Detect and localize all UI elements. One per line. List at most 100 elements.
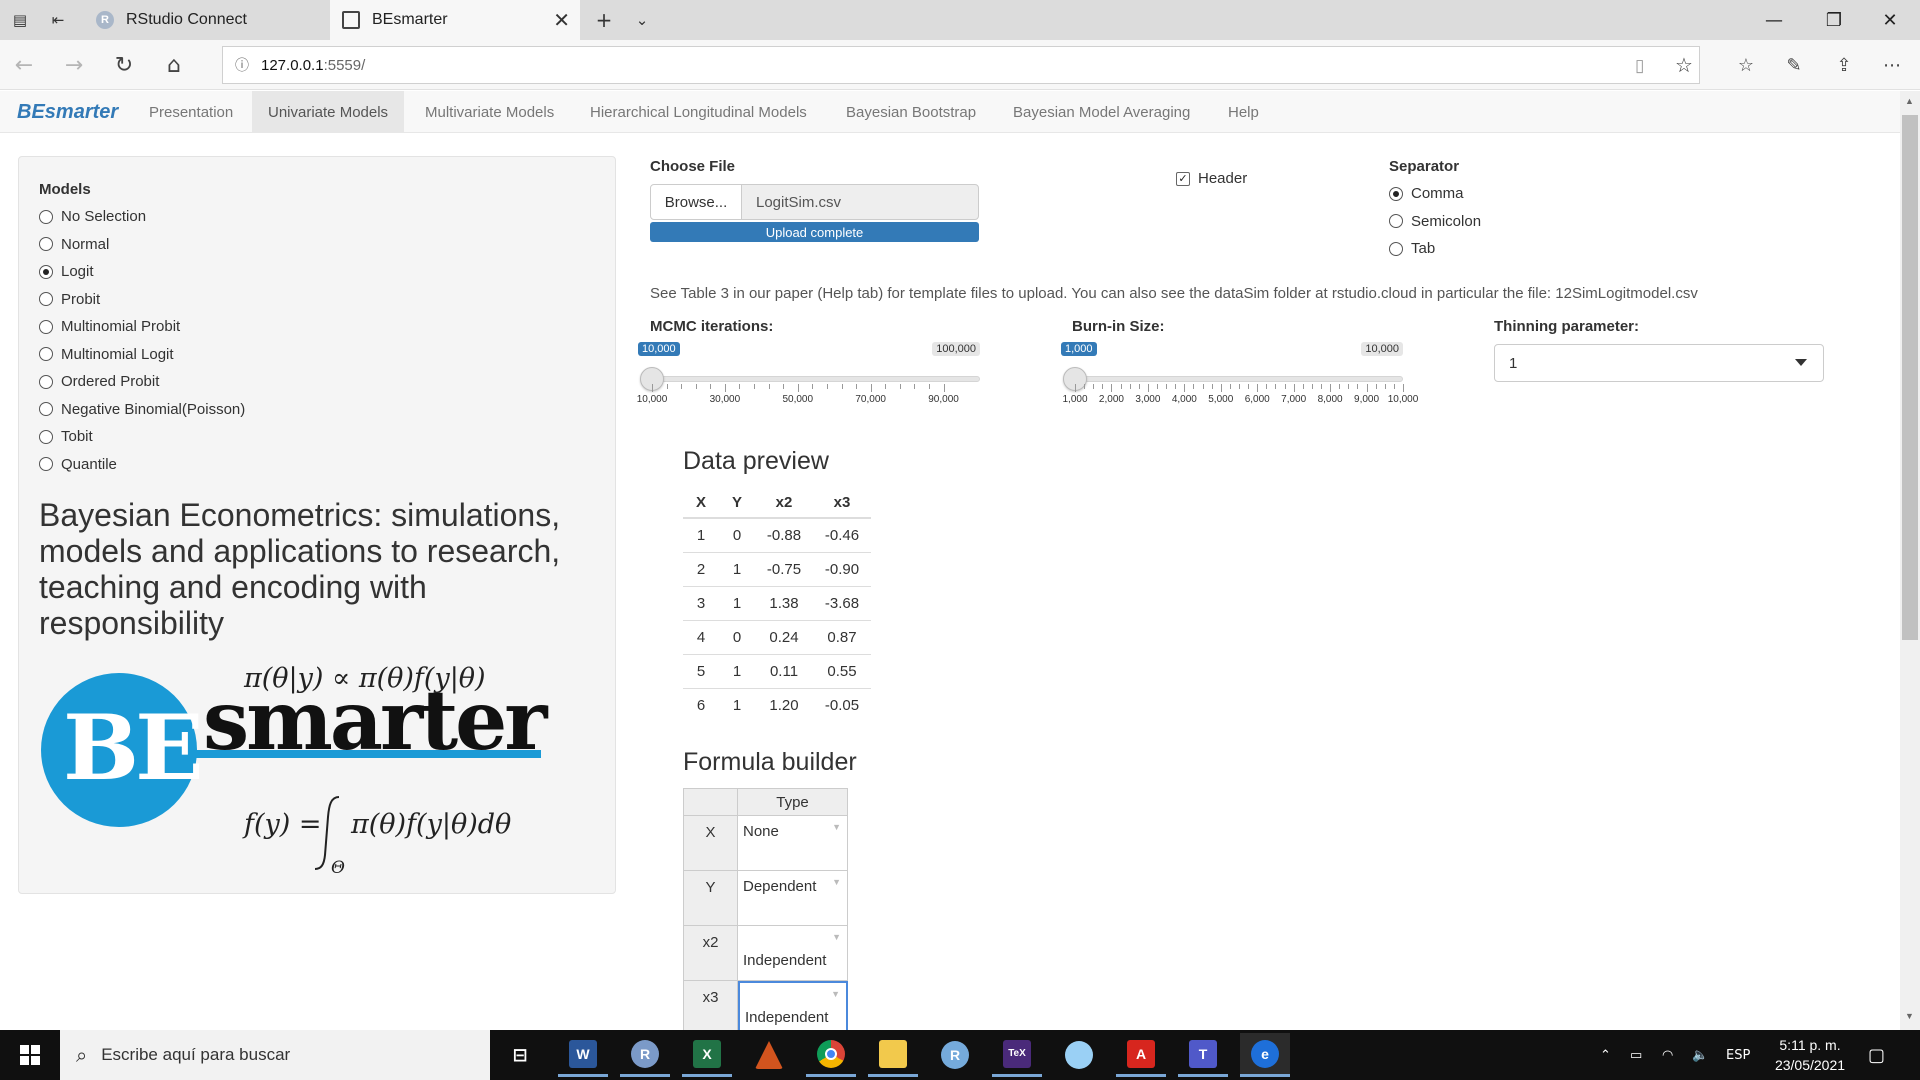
nav-bayesian-model-averaging[interactable]: Bayesian Model Averaging bbox=[997, 91, 1206, 133]
edge-icon[interactable]: e bbox=[1240, 1033, 1290, 1077]
site-info-icon[interactable]: ⓘ bbox=[223, 55, 261, 75]
formula-type-dropdown[interactable]: Independent ▼ bbox=[738, 981, 848, 1036]
model-radio[interactable] bbox=[39, 347, 53, 362]
model-radio[interactable] bbox=[39, 209, 53, 224]
model-radio[interactable] bbox=[39, 292, 53, 307]
r-app-icon[interactable]: R bbox=[620, 1033, 670, 1077]
slider-track[interactable] bbox=[652, 376, 980, 382]
pen-notes-icon[interactable]: ✎ bbox=[1776, 48, 1812, 82]
model-option-multinomial-logit[interactable]: Multinomial Logit bbox=[39, 341, 439, 369]
nav-multivariate-models[interactable]: Multivariate Models bbox=[409, 91, 570, 133]
forward-icon[interactable]: → bbox=[56, 48, 92, 82]
address-bar[interactable]: ⓘ 127.0.0.1:5559/ ▯ ☆ bbox=[222, 46, 1700, 84]
tab-actions-icon[interactable]: ▤ bbox=[8, 8, 32, 32]
texmaker-icon[interactable]: TeX bbox=[992, 1033, 1042, 1077]
model-radio[interactable] bbox=[39, 264, 53, 279]
battery-icon[interactable]: ▭ bbox=[1630, 1030, 1642, 1080]
model-option-negative-binomial-poisson[interactable]: Negative Binomial(Poisson) bbox=[39, 396, 439, 424]
scroll-up-icon[interactable]: ▲ bbox=[1905, 96, 1914, 106]
url-text: 127.0.0.1:5559/ bbox=[261, 56, 366, 74]
start-windows-icon[interactable] bbox=[0, 1030, 60, 1080]
notifications-icon[interactable]: ▢ bbox=[1868, 1030, 1885, 1080]
model-radio[interactable] bbox=[39, 374, 53, 389]
paint-icon[interactable] bbox=[1054, 1033, 1104, 1077]
model-radio[interactable] bbox=[39, 429, 53, 444]
tab-rstudio-connect[interactable]: R RStudio Connect bbox=[84, 0, 328, 40]
home-icon[interactable]: ⌂ bbox=[156, 48, 192, 82]
reading-view-icon[interactable]: ▯ bbox=[1635, 56, 1644, 76]
formula-type-dropdown[interactable]: Dependent ▼ bbox=[738, 871, 848, 926]
thinning-select[interactable]: 1 bbox=[1494, 344, 1824, 382]
tab-list-chevron-icon[interactable]: ⌄ bbox=[630, 8, 654, 32]
separator-radio[interactable] bbox=[1389, 214, 1403, 229]
input-language[interactable]: ESP bbox=[1726, 1030, 1750, 1080]
close-window-icon[interactable]: ✕ bbox=[1862, 0, 1918, 40]
favorites-list-icon[interactable]: ☆ bbox=[1728, 48, 1764, 82]
model-option-ordered-probit[interactable]: Ordered Probit bbox=[39, 368, 439, 396]
model-option-logit[interactable]: Logit bbox=[39, 258, 439, 286]
model-option-quantile[interactable]: Quantile bbox=[39, 451, 439, 479]
header-checkbox[interactable]: ✓ bbox=[1176, 171, 1190, 186]
separator-radio[interactable] bbox=[1389, 186, 1403, 201]
rstudio-icon[interactable]: R bbox=[930, 1033, 980, 1077]
favorite-star-icon[interactable]: ☆ bbox=[1675, 53, 1693, 78]
file-explorer-icon[interactable] bbox=[868, 1033, 918, 1077]
nav-bayesian-bootstrap[interactable]: Bayesian Bootstrap bbox=[830, 91, 992, 133]
separator-option-semicolon[interactable]: Semicolon bbox=[1389, 208, 1481, 236]
nav-hierarchical-longitudinal-models[interactable]: Hierarchical Longitudinal Models bbox=[574, 91, 823, 133]
taskbar-clock[interactable]: 5:11 p. m. 23/05/2021 bbox=[1755, 1035, 1865, 1075]
mcmc-slider[interactable]: 10,000 100,000 10,000 30,000 50,000 70,000 90,… bbox=[637, 342, 980, 405]
share-icon[interactable]: ⇪ bbox=[1826, 48, 1862, 82]
models-label: Models bbox=[39, 181, 91, 198]
close-tab-icon[interactable]: ✕ bbox=[553, 8, 570, 32]
model-radio[interactable] bbox=[39, 457, 53, 472]
burnin-slider[interactable]: 1,000 10,000 1,000 2,000 3,000 4,000 5,000 6,00… bbox=[1061, 342, 1418, 405]
separator-option-comma[interactable]: Comma bbox=[1389, 180, 1481, 208]
model-option-multinomial-probit[interactable]: Multinomial Probit bbox=[39, 313, 439, 341]
table-cell: 6 bbox=[683, 687, 719, 722]
volume-icon[interactable]: 🔈 bbox=[1692, 1030, 1708, 1080]
scroll-down-icon[interactable]: ▼ bbox=[1905, 1011, 1914, 1021]
set-tabs-aside-icon[interactable]: ⇤ bbox=[46, 8, 70, 32]
model-option-no-selection[interactable]: No Selection bbox=[39, 203, 439, 231]
scrollbar-thumb[interactable] bbox=[1902, 115, 1918, 640]
restore-icon[interactable]: ❐ bbox=[1806, 0, 1862, 40]
refresh-icon[interactable]: ↻ bbox=[106, 48, 142, 82]
wifi-icon[interactable]: ◠ bbox=[1662, 1030, 1673, 1080]
show-hidden-icons-chevron-icon[interactable]: ⌃ bbox=[1600, 1030, 1611, 1080]
taskbar-search-box[interactable]: ⌕ Escribe aquí para buscar bbox=[60, 1030, 490, 1080]
model-option-normal[interactable]: Normal bbox=[39, 231, 439, 259]
header-checkbox-row[interactable]: ✓ Header bbox=[1176, 170, 1247, 187]
separator-option-tab[interactable]: Tab bbox=[1389, 235, 1481, 263]
word-icon[interactable]: W bbox=[558, 1033, 608, 1077]
nav-presentation[interactable]: Presentation bbox=[133, 91, 249, 133]
acrobat-icon[interactable]: A bbox=[1116, 1033, 1166, 1077]
search-placeholder: Escribe aquí para buscar bbox=[101, 1045, 291, 1064]
task-view-icon[interactable]: ⊟ bbox=[495, 1033, 545, 1077]
slider-track[interactable] bbox=[1075, 376, 1403, 382]
nav-help[interactable]: Help bbox=[1212, 91, 1275, 133]
model-radio[interactable] bbox=[39, 402, 53, 417]
new-tab-icon[interactable]: + bbox=[592, 8, 616, 32]
browse-button[interactable]: Browse... bbox=[650, 184, 742, 220]
excel-icon[interactable]: X bbox=[682, 1033, 732, 1077]
nav-univariate-models[interactable]: Univariate Models bbox=[252, 91, 405, 133]
formula-type-dropdown[interactable]: Independent ▼ bbox=[738, 926, 848, 981]
table-cell: 1 bbox=[719, 585, 755, 620]
model-option-tobit[interactable]: Tobit bbox=[39, 423, 439, 451]
model-radio[interactable] bbox=[39, 319, 53, 334]
minimize-icon[interactable]: — bbox=[1746, 0, 1802, 40]
model-radio[interactable] bbox=[39, 237, 53, 252]
slider-tick bbox=[754, 384, 756, 389]
more-menu-icon[interactable]: ⋯ bbox=[1874, 48, 1910, 82]
tab-besmarter[interactable]: BEsmarter ✕ bbox=[330, 0, 580, 40]
formula-header-row: Type bbox=[683, 788, 848, 816]
teams-icon[interactable]: T bbox=[1178, 1033, 1228, 1077]
back-icon[interactable]: ← bbox=[6, 48, 42, 82]
matlab-icon[interactable] bbox=[744, 1033, 794, 1077]
separator-radio[interactable] bbox=[1389, 241, 1403, 256]
formula-type-dropdown[interactable]: None ▼ bbox=[738, 816, 848, 871]
chrome-icon[interactable] bbox=[806, 1033, 856, 1077]
brand-title[interactable]: BEsmarter bbox=[17, 91, 118, 133]
model-option-probit[interactable]: Probit bbox=[39, 286, 439, 314]
